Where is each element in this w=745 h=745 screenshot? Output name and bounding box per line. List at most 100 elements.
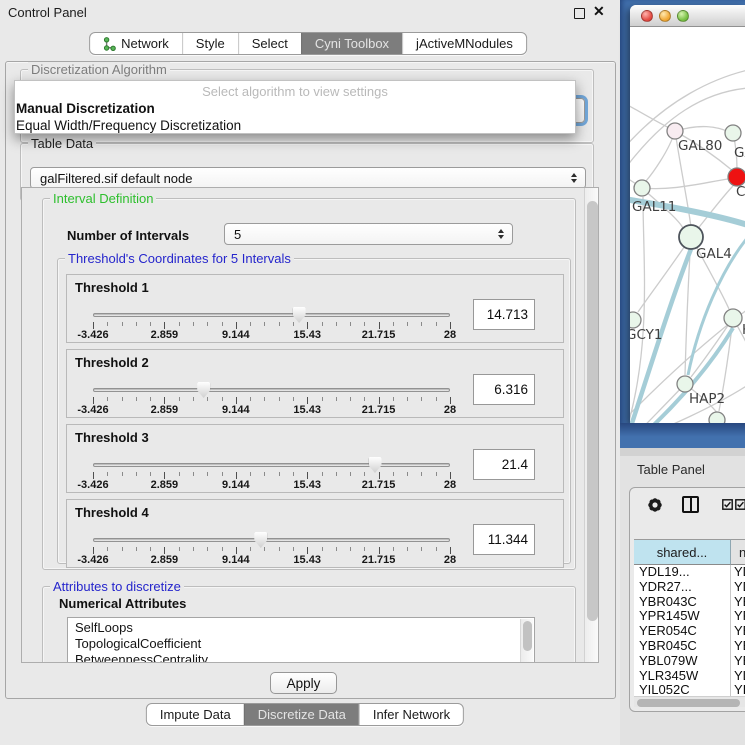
cell-name[interactable]: YER0 bbox=[731, 624, 745, 639]
network-node-gcy1[interactable] bbox=[630, 312, 641, 328]
cell-shared-name[interactable]: YDL19... bbox=[634, 565, 731, 580]
checkbox-icon[interactable] bbox=[722, 499, 733, 510]
cell-shared-name[interactable]: YDR27... bbox=[634, 580, 731, 595]
node-label: GA bbox=[734, 145, 745, 161]
slider-thumb[interactable] bbox=[369, 457, 382, 473]
scrollbar-thumb[interactable] bbox=[637, 699, 740, 707]
slider-track[interactable] bbox=[93, 463, 450, 467]
tick-label: 2.859 bbox=[151, 404, 179, 416]
tab-jactivemnodules[interactable]: jActiveMNodules bbox=[402, 33, 526, 54]
threshold-value-field[interactable]: 14.713 bbox=[473, 299, 535, 330]
network-node-gal80[interactable] bbox=[667, 123, 683, 139]
node-label: GAL11 bbox=[632, 199, 676, 215]
cell-name[interactable]: YDR2 bbox=[731, 580, 745, 595]
close-traffic-light[interactable] bbox=[641, 10, 653, 22]
cell-shared-name[interactable]: YLR345W bbox=[634, 669, 731, 684]
tab-select[interactable]: Select bbox=[238, 33, 301, 54]
network-node-hap2[interactable] bbox=[677, 376, 693, 392]
table-row[interactable]: YDR27...YDR2 bbox=[634, 580, 745, 595]
slider-track[interactable] bbox=[93, 388, 450, 392]
cell-name[interactable]: YBL0 bbox=[731, 654, 745, 669]
float-window-icon[interactable] bbox=[574, 8, 585, 19]
network-frame-bottom bbox=[620, 423, 745, 448]
cell-shared-name[interactable]: YBR045C bbox=[634, 639, 731, 654]
tick-label: 15.43 bbox=[293, 554, 321, 566]
zoom-traffic-light[interactable] bbox=[677, 10, 689, 22]
table-row[interactable]: YER054CYER0 bbox=[634, 624, 745, 639]
slider-thumb[interactable] bbox=[197, 382, 210, 398]
cell-shared-name[interactable]: YBR043C bbox=[634, 595, 731, 610]
slider-track[interactable] bbox=[93, 538, 450, 542]
tick-label: 9.144 bbox=[222, 329, 250, 341]
table-toolbar bbox=[630, 488, 745, 538]
algorithm-option-equal-width-frequency-discretization[interactable]: Equal Width/Frequency Discretization bbox=[16, 117, 576, 134]
split-columns-icon[interactable] bbox=[682, 496, 699, 513]
network-node-h[interactable] bbox=[724, 309, 742, 327]
tab-network[interactable]: Network bbox=[90, 33, 182, 54]
network-canvas[interactable]: GAL80GACGAL11GAL4GCY1HHAP2 bbox=[630, 27, 745, 423]
threshold-label: Threshold 4 bbox=[75, 505, 149, 520]
gear-icon[interactable] bbox=[646, 496, 664, 514]
cell-shared-name[interactable]: YPR145W bbox=[634, 609, 731, 624]
column-header-shared[interactable]: shared... bbox=[634, 539, 731, 565]
top-tab-bar: Network StyleSelectCyni ToolboxjActiveMNo… bbox=[89, 32, 527, 55]
tab-impute-data[interactable]: Impute Data bbox=[147, 704, 244, 725]
tab-label: Network bbox=[121, 36, 169, 51]
cell-name[interactable]: YPR1 bbox=[731, 609, 745, 624]
network-node[interactable] bbox=[709, 412, 725, 423]
threshold-4-panel: Threshold 4-3.4262.8599.14415.4321.71528… bbox=[66, 499, 564, 568]
table-row[interactable]: YLR345WYLR3 bbox=[634, 669, 745, 684]
numerical-attributes-list[interactable]: SelfLoopsTopologicalCoefficientBetweenne… bbox=[67, 617, 535, 663]
group-label: Discretization Algorithm bbox=[28, 62, 170, 77]
table-row[interactable]: YBR043CYBR0 bbox=[634, 595, 745, 610]
vertical-scrollbar[interactable] bbox=[584, 188, 599, 662]
apply-button[interactable]: Apply bbox=[270, 672, 337, 694]
divider bbox=[620, 448, 745, 456]
threshold-value-field[interactable]: 11.344 bbox=[473, 524, 535, 555]
tick-label: 9.144 bbox=[222, 554, 250, 566]
number-of-intervals-select[interactable]: 5 bbox=[224, 223, 513, 245]
slider-thumb[interactable] bbox=[254, 532, 267, 548]
threshold-value-field[interactable]: 21.4 bbox=[473, 449, 535, 480]
scrollbar-thumb[interactable] bbox=[587, 201, 598, 621]
cell-name[interactable]: YBR0 bbox=[731, 639, 745, 654]
table-row[interactable]: YDL19...YDL1 bbox=[634, 565, 745, 580]
attribute-item-topologicalcoefficient[interactable]: TopologicalCoefficient bbox=[68, 636, 534, 652]
close-icon[interactable]: ✕ bbox=[593, 3, 605, 20]
tab-discretize-data[interactable]: Discretize Data bbox=[244, 704, 359, 725]
table-data-select[interactable]: galFiltered.sif default node bbox=[30, 167, 586, 189]
slider-track[interactable] bbox=[93, 313, 450, 317]
scrollbar-thumb[interactable] bbox=[523, 621, 532, 651]
attribute-item-selfloops[interactable]: SelfLoops bbox=[68, 620, 534, 636]
node-label: HAP2 bbox=[689, 391, 725, 407]
threshold-2-panel: Threshold 2-3.4262.8599.14415.4321.71528… bbox=[66, 349, 564, 418]
tick-label: 2.859 bbox=[151, 329, 179, 341]
network-node-ga[interactable] bbox=[725, 125, 741, 141]
cell-shared-name[interactable]: YBL079W bbox=[634, 654, 731, 669]
tab-infer-network[interactable]: Infer Network bbox=[359, 704, 463, 725]
cell-name[interactable]: YLR3 bbox=[731, 669, 745, 684]
group-label: Interval Definition bbox=[50, 191, 156, 206]
horizontal-scrollbar[interactable] bbox=[634, 696, 745, 707]
column-header-n[interactable]: n bbox=[731, 539, 745, 565]
threshold-value-field[interactable]: 6.316 bbox=[473, 374, 535, 405]
number-of-intervals-label: Number of Intervals bbox=[67, 228, 189, 243]
table-row[interactable]: YPR145WYPR1 bbox=[634, 609, 745, 624]
network-graph[interactable]: GAL80GACGAL11GAL4GCY1HHAP2 bbox=[630, 27, 745, 423]
attribute-item-betweennesscentrality[interactable]: BetweennessCentrality bbox=[68, 652, 534, 663]
minimize-traffic-light[interactable] bbox=[659, 10, 671, 22]
tab-style[interactable]: Style bbox=[182, 33, 238, 54]
cell-name[interactable]: YDL1 bbox=[731, 565, 745, 580]
algorithm-option-manual-discretization[interactable]: Manual Discretization bbox=[16, 100, 576, 117]
list-scrollbar[interactable] bbox=[520, 619, 533, 663]
checkbox-icon[interactable] bbox=[735, 499, 745, 510]
table-row[interactable]: YBL079WYBL0 bbox=[634, 654, 745, 669]
network-node-gal11[interactable] bbox=[634, 180, 650, 196]
tab-label: Infer Network bbox=[373, 707, 450, 722]
cell-name[interactable]: YBR0 bbox=[731, 595, 745, 610]
slider-thumb[interactable] bbox=[293, 307, 306, 323]
tab-cyni-toolbox[interactable]: Cyni Toolbox bbox=[301, 33, 402, 54]
cell-shared-name[interactable]: YER054C bbox=[634, 624, 731, 639]
table-row[interactable]: YBR045CYBR0 bbox=[634, 639, 745, 654]
tick-marks bbox=[93, 322, 450, 331]
